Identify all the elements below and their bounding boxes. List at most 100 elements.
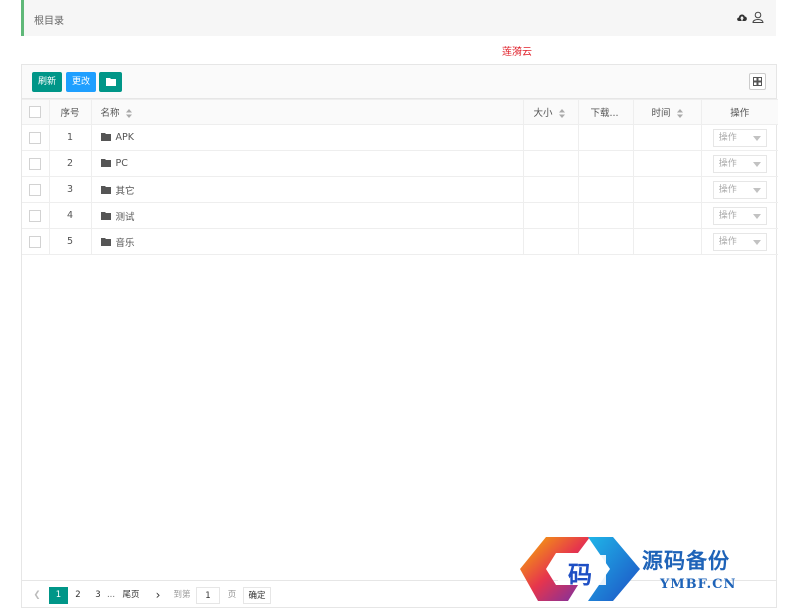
page-unit-label: 页	[227, 590, 237, 600]
chevron-down-icon	[752, 213, 761, 219]
row-checkbox[interactable]	[29, 157, 42, 170]
row-action-select[interactable]: 操作	[712, 206, 767, 225]
columns-icon	[753, 77, 762, 86]
row-check-cell	[22, 150, 50, 177]
row-checkbox[interactable]	[29, 131, 42, 144]
row-index: 2	[48, 150, 92, 177]
new-folder-button[interactable]	[99, 72, 122, 92]
chevron-down-icon	[752, 135, 761, 141]
sort-icon[interactable]	[125, 109, 132, 118]
row-check-cell	[22, 124, 50, 151]
chevron-down-icon	[752, 161, 761, 167]
header-name-label: 名称	[100, 108, 120, 119]
brand-link[interactable]: 莲漪云	[502, 43, 532, 58]
row-index: 1	[48, 124, 92, 151]
folder-icon	[100, 212, 111, 220]
row-name[interactable]: APK	[116, 132, 134, 143]
page-ellipsis: ...	[106, 590, 116, 600]
row-index: 3	[48, 176, 92, 203]
user-icon[interactable]	[752, 11, 764, 23]
row-time	[632, 150, 702, 177]
header-size-label: 大小	[533, 108, 553, 119]
row-checkbox[interactable]	[29, 235, 42, 248]
row-downloads	[577, 202, 634, 229]
header-size[interactable]: 大小	[522, 99, 579, 125]
table-row[interactable]: 3 其它 操作	[22, 176, 778, 203]
next-page-icon[interactable]: ›	[152, 587, 164, 604]
select-all-checkbox[interactable]	[29, 106, 42, 118]
row-checkbox[interactable]	[29, 209, 42, 222]
header-time[interactable]: 时间	[632, 99, 702, 125]
goto-confirm-button[interactable]: 确定	[243, 587, 271, 604]
row-action-cell: 操作	[700, 228, 778, 255]
cloud-upload-icon[interactable]	[736, 12, 748, 22]
page-button-2[interactable]: 2	[72, 587, 84, 604]
row-name-cell[interactable]: 其它	[90, 176, 524, 203]
prev-page-icon[interactable]: ❮	[30, 587, 44, 604]
row-index: 4	[48, 202, 92, 229]
chevron-down-icon	[752, 239, 761, 245]
row-size	[522, 202, 579, 229]
change-button[interactable]: 更改	[66, 72, 96, 92]
row-name[interactable]: PC	[116, 158, 128, 169]
header-icons	[736, 11, 764, 23]
columns-toggle-button[interactable]	[749, 73, 766, 90]
row-checkbox[interactable]	[29, 183, 42, 196]
row-downloads	[577, 228, 634, 255]
page-button-1[interactable]: 1	[49, 587, 68, 604]
row-action-select[interactable]: 操作	[712, 232, 767, 251]
row-action-cell: 操作	[700, 176, 778, 203]
table-row[interactable]: 4 测试 操作	[22, 202, 778, 229]
row-action-label: 操作	[718, 184, 737, 195]
row-action-label: 操作	[718, 132, 737, 143]
folder-icon	[105, 78, 116, 86]
row-time	[632, 202, 702, 229]
row-action-select[interactable]: 操作	[712, 128, 767, 147]
row-name[interactable]: 音乐	[116, 238, 135, 249]
refresh-button[interactable]: 刷新	[32, 72, 62, 92]
select-all-cell	[22, 99, 50, 125]
table-row[interactable]: 1 APK 操作	[22, 124, 778, 151]
row-time	[632, 176, 702, 203]
row-action-label: 操作	[718, 210, 737, 221]
file-table: 序号 名称 大小 下载... 时间 操作 1 APK 操作 2 PC 操作 3 …	[22, 99, 778, 255]
row-check-cell	[22, 176, 50, 203]
watermark-subtitle: YMBF.CN	[660, 577, 737, 592]
table-header-row: 序号 名称 大小 下载... 时间 操作	[22, 99, 778, 125]
row-time	[632, 228, 702, 255]
table-row[interactable]: 2 PC 操作	[22, 150, 778, 177]
table-row[interactable]: 5 音乐 操作	[22, 228, 778, 255]
row-name-cell[interactable]: 音乐	[90, 228, 524, 255]
goto-page-input[interactable]: 1	[196, 587, 220, 604]
row-name-cell[interactable]: PC	[90, 150, 524, 177]
row-action-select[interactable]: 操作	[712, 180, 767, 199]
row-name[interactable]: 测试	[116, 212, 135, 223]
header-name[interactable]: 名称	[90, 99, 524, 125]
row-name-cell[interactable]: 测试	[90, 202, 524, 229]
row-size	[522, 124, 579, 151]
row-action-select[interactable]: 操作	[712, 154, 767, 173]
chevron-down-icon	[752, 187, 761, 193]
folder-icon	[100, 132, 111, 141]
folder-icon	[100, 238, 111, 246]
folder-icon	[100, 158, 111, 167]
watermark-title: 源码备份	[642, 548, 730, 573]
row-action-label: 操作	[718, 236, 737, 247]
file-table-panel: 刷新 更改 序号 名称 大小 下载... 时间 操作 1 APK 操作 2 PC…	[21, 64, 778, 608]
row-name[interactable]: 其它	[116, 186, 135, 197]
breadcrumb-root[interactable]: 根目录	[34, 12, 64, 27]
sort-icon[interactable]	[676, 109, 683, 118]
last-page-button[interactable]: 尾页	[119, 587, 143, 604]
row-size	[522, 150, 579, 177]
row-action-cell: 操作	[700, 202, 778, 229]
header-downloads[interactable]: 下载...	[577, 99, 634, 125]
row-check-cell	[22, 202, 50, 229]
breadcrumb-bar: 根目录	[21, 0, 776, 36]
row-action-cell: 操作	[700, 124, 778, 151]
goto-label: 到第	[173, 590, 191, 600]
row-action-cell: 操作	[700, 150, 778, 177]
row-name-cell[interactable]: APK	[90, 124, 524, 151]
table-toolbar: 刷新 更改	[22, 65, 776, 99]
sort-icon[interactable]	[558, 109, 565, 118]
page-button-3[interactable]: 3	[92, 587, 104, 604]
